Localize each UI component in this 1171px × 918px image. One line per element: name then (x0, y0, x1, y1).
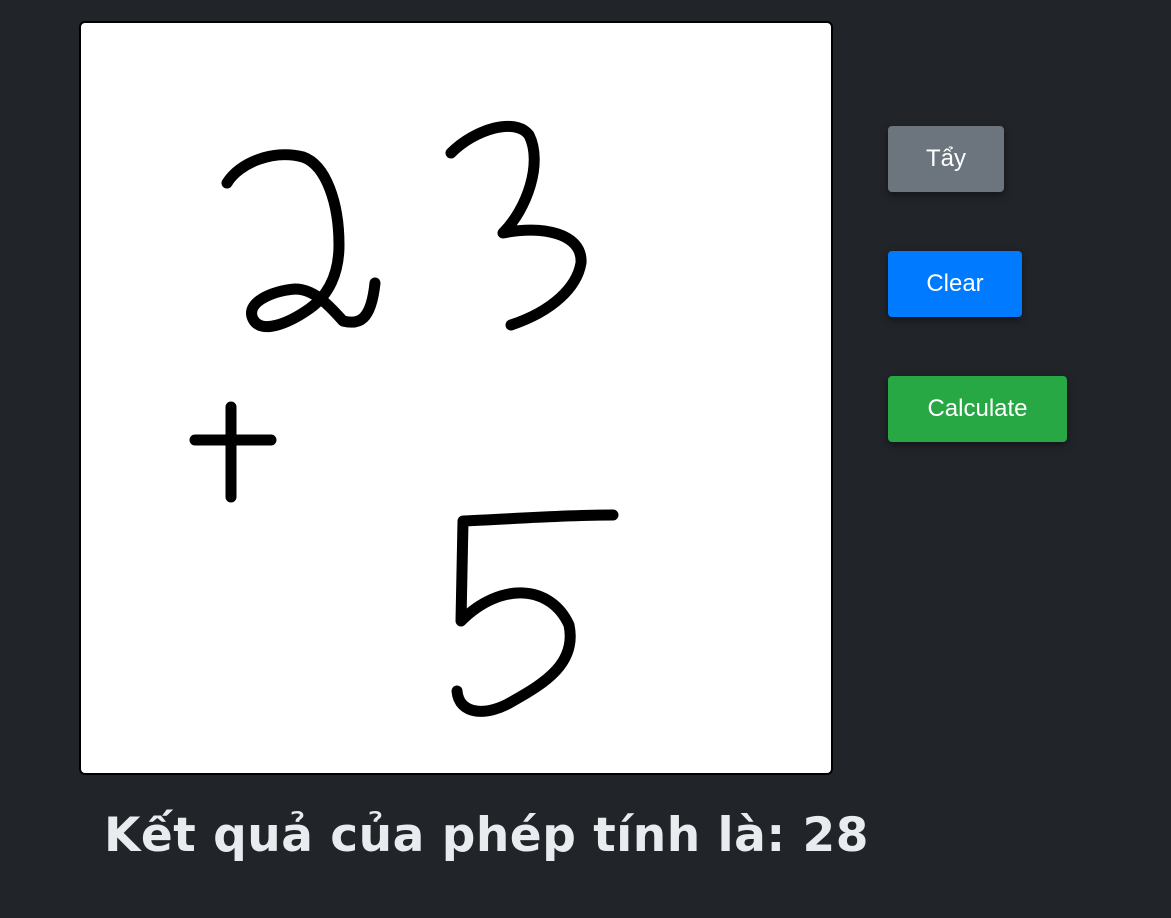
handwritten-plus-sign (189, 401, 277, 503)
calculation-result: Kết quả của phép tính là: 28 (104, 808, 869, 863)
handwritten-digit-5 (451, 509, 619, 717)
app-stage: Tẩy Clear Calculate Kết quả của phép tín… (0, 0, 1171, 918)
handwritten-digit-3 (445, 120, 587, 331)
handwritten-digit-2 (221, 149, 381, 333)
drawing-canvas[interactable] (79, 21, 833, 775)
calculate-button[interactable]: Calculate (888, 376, 1067, 442)
clear-button[interactable]: Clear (888, 251, 1022, 317)
handwriting-layer (189, 120, 619, 717)
eraser-button[interactable]: Tẩy (888, 126, 1004, 192)
